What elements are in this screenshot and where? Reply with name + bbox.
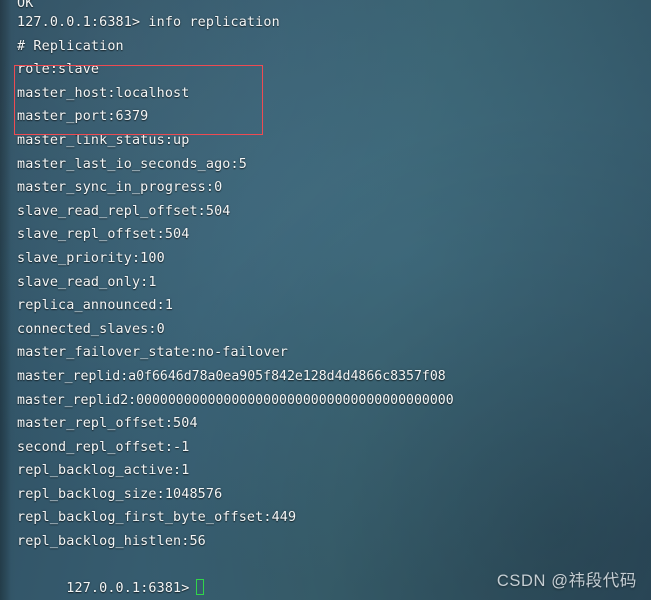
terminal-prompt-line[interactable]: 127.0.0.1:6381> (0, 554, 205, 600)
terminal-line-repl-backlog-first-byte-offset: repl_backlog_first_byte_offset:449 (17, 510, 297, 526)
csdn-watermark: CSDN @祎段代码 (496, 572, 637, 590)
terminal-line-master-replid: master_replid:a0f6646d78a0ea905f842e128d… (17, 368, 446, 384)
terminal-line-master-port: master_port:6379 (17, 109, 149, 125)
terminal-line-master-last-io: master_last_io_seconds_ago:5 (17, 156, 247, 172)
terminal-line-master-repl-offset: master_repl_offset:504 (17, 416, 198, 432)
terminal-line-master-replid2: master_replid2:0000000000000000000000000… (17, 392, 454, 408)
terminal-line-master-link-status: master_link_status:up (17, 132, 190, 148)
terminal-line-replica-announced: replica_announced:1 (17, 298, 174, 314)
terminal-line-slave-priority: slave_priority:100 (17, 250, 165, 266)
terminal-line-prev-reply: OK (17, 0, 34, 11)
terminal-line-slave-repl-offset: slave_repl_offset:504 (17, 227, 190, 243)
terminal-line-master-sync: master_sync_in_progress:0 (17, 180, 223, 196)
terminal-line-master-failover-state: master_failover_state:no-failover (17, 345, 288, 361)
terminal-line-repl-backlog-histlen: repl_backlog_histlen:56 (17, 534, 206, 550)
terminal-line-command-line: 127.0.0.1:6381> info replication (17, 15, 280, 30)
terminal-line-section-header: # Replication (17, 38, 124, 54)
terminal-line-slave-read-repl-offset: slave_read_repl_offset:504 (17, 203, 231, 219)
terminal-line-slave-read-only: slave_read_only:1 (17, 274, 157, 290)
terminal-line-repl-backlog-active: repl_backlog_active:1 (17, 463, 190, 479)
terminal-output: OK 127.0.0.1:6381> info replication # Repl… (0, 0, 651, 554)
terminal-line-role: role:slave (17, 62, 100, 78)
text-cursor (196, 579, 205, 596)
terminal-line-repl-backlog-size: repl_backlog_size:1048576 (17, 486, 223, 502)
terminal-line-master-host: master_host:localhost (17, 85, 190, 101)
terminal-window[interactable]: OK 127.0.0.1:6381> info replication # Repl… (0, 0, 651, 600)
prompt-text: 127.0.0.1:6381> (66, 581, 190, 597)
terminal-line-second-repl-offset: second_repl_offset:-1 (17, 439, 190, 455)
terminal-line-connected-slaves: connected_slaves:0 (17, 321, 165, 337)
